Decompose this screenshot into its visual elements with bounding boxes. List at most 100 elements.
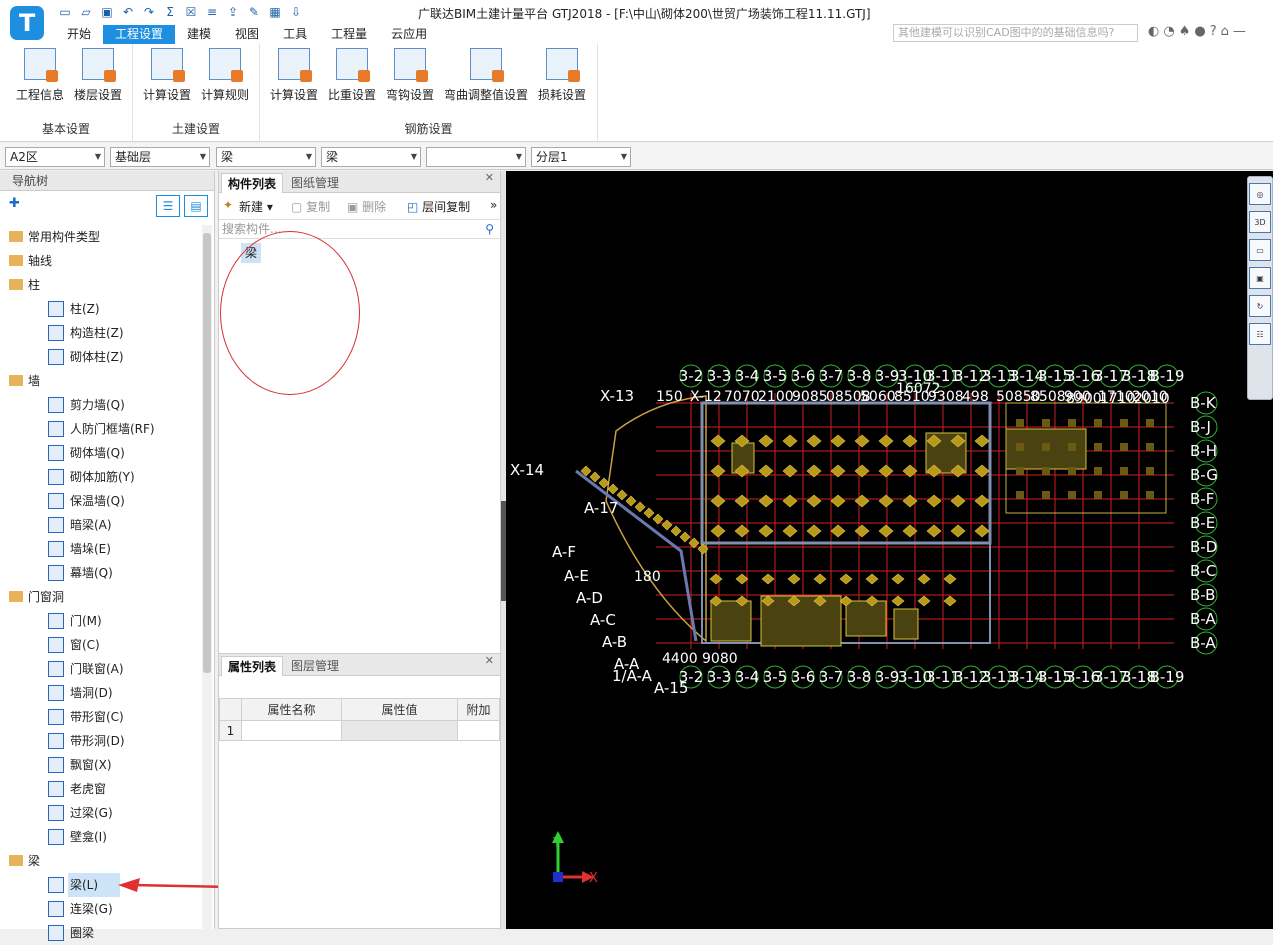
copy-button[interactable]: ▢ 复制	[291, 198, 330, 215]
export-icon[interactable]: ⇪	[224, 4, 242, 20]
ribbon-button[interactable]: 工程信息	[12, 48, 68, 103]
undo-icon[interactable]: ↶	[119, 4, 137, 20]
sum-icon[interactable]: Σ	[161, 4, 179, 20]
new-file-icon[interactable]: ▭	[56, 4, 74, 20]
ribbon-button[interactable]: 比重设置	[324, 48, 380, 103]
close-icon[interactable]: ✕	[485, 171, 494, 184]
message-icon[interactable]: ●	[1194, 24, 1205, 39]
menu-tab-1[interactable]: 工程设置	[103, 25, 176, 44]
open-folder-icon[interactable]: ▱	[77, 4, 95, 20]
tree-item[interactable]: 老虎窗	[0, 777, 200, 801]
tree-item[interactable]: 窗(C)	[0, 633, 200, 657]
save-icon[interactable]: ▣	[98, 4, 116, 20]
tree-item[interactable]: 柱(Z)	[0, 297, 200, 321]
grid-icon[interactable]: ▦	[266, 4, 284, 20]
user-avatar-icon[interactable]: ◐	[1148, 24, 1159, 39]
tree-item[interactable]: 砌体墙(Q)	[0, 441, 200, 465]
menu-tab-6[interactable]: 云应用	[379, 25, 439, 44]
tree-folder[interactable]: 梁	[0, 849, 200, 873]
tree-folder[interactable]: 柱	[0, 273, 200, 297]
tree-item[interactable]: 门联窗(A)	[0, 657, 200, 681]
filter-select-0[interactable]: A2区 ▼	[5, 147, 105, 167]
delete-button[interactable]: ▣ 删除	[347, 198, 386, 215]
tree-item[interactable]: 暗梁(A)	[0, 513, 200, 537]
tree-item[interactable]: 砌体柱(Z)	[0, 345, 200, 369]
tree-item[interactable]: 砌体加筋(Y)	[0, 465, 200, 489]
tab-component-list[interactable]: 构件列表	[221, 173, 284, 193]
redo-icon[interactable]: ↷	[140, 4, 158, 20]
tree-folder[interactable]: 常用构件类型	[0, 225, 200, 249]
ribbon-button[interactable]: 计算规则	[197, 48, 253, 103]
3d-view-icon[interactable]: 3D	[1249, 211, 1271, 233]
filter-select-2[interactable]: 梁 ▼	[216, 147, 316, 167]
tree-item[interactable]: 带形洞(D)	[0, 729, 200, 753]
ribbon-button[interactable]: 弯曲调整值设置	[440, 48, 532, 103]
help-search-input[interactable]: 其他建模可以识别CAD图中的的基础信息吗?	[893, 24, 1138, 42]
bell-icon[interactable]: ♠	[1179, 24, 1191, 39]
filter-select-5[interactable]: 分层1 ▼	[531, 147, 631, 167]
tree-item[interactable]: 连梁(G)	[0, 897, 200, 921]
edit-icon[interactable]: ✎	[245, 4, 263, 20]
property-extra-cell[interactable]	[457, 720, 500, 741]
tree-folder[interactable]: 墙	[0, 369, 200, 393]
help-icon[interactable]: ?	[1210, 24, 1217, 39]
tree-item[interactable]: 保温墙(Q)	[0, 489, 200, 513]
more-icon[interactable]: »	[490, 198, 497, 212]
ribbon-button[interactable]: 损耗设置	[534, 48, 590, 103]
tree-item[interactable]: 飘窗(X)	[0, 753, 200, 777]
tab-layer-management[interactable]: 图层管理	[285, 656, 345, 676]
account-icon[interactable]: ◔	[1163, 24, 1174, 39]
table-row[interactable]: 1	[219, 720, 500, 741]
layer-list-icon[interactable]: ☷	[1249, 323, 1271, 345]
nav-scrollbar[interactable]	[202, 225, 212, 929]
tree-item[interactable]: 墙洞(D)	[0, 681, 200, 705]
new-button[interactable]: 新建 ▾	[239, 198, 273, 215]
tree-item[interactable]: 圈梁	[0, 921, 200, 945]
list-view-icon[interactable]: ☰	[156, 195, 180, 217]
drawing-canvas[interactable]: 3-2 3-3 3-4 3-5 3-6 3-7 3-8 3-9 3-10 3-11 3-12 3-13…	[506, 171, 1273, 929]
floor-copy-button[interactable]: ◰ 层间复制	[407, 198, 470, 215]
tree-item[interactable]: 墙垛(E)	[0, 537, 200, 561]
close-icon[interactable]: ✕	[485, 654, 494, 667]
menu-tab-3[interactable]: 视图	[223, 25, 271, 44]
box-view-icon[interactable]: ▣	[1249, 267, 1271, 289]
menu-tab-0[interactable]: 开始	[55, 25, 103, 44]
tree-folder[interactable]: 轴线	[0, 249, 200, 273]
ribbon-button[interactable]: 计算设置	[139, 48, 195, 103]
tree-item[interactable]: 剪力墙(Q)	[0, 393, 200, 417]
eq-icon[interactable]: ≡	[203, 4, 221, 20]
filter-select-4[interactable]: ▼	[426, 147, 526, 167]
menu-tab-2[interactable]: 建模	[175, 25, 223, 44]
top-view-icon[interactable]: ▭	[1249, 239, 1271, 261]
tree-item[interactable]: 人防门框墙(RF)	[0, 417, 200, 441]
tree-folder[interactable]: 门窗洞	[0, 585, 200, 609]
search-icon[interactable]: ⚲	[485, 220, 494, 238]
ribbon-button[interactable]: 计算设置	[266, 48, 322, 103]
component-search-input[interactable]: 搜索构件... ⚲	[219, 219, 500, 239]
nav-scroll-thumb[interactable]	[203, 233, 211, 673]
tab-property-list[interactable]: 属性列表	[221, 656, 284, 676]
tree-item[interactable]: 带形窗(C)	[0, 705, 200, 729]
property-value-cell[interactable]	[341, 720, 458, 741]
shirt-icon[interactable]: ⌂	[1221, 24, 1229, 39]
tab-drawing-management[interactable]: 图纸管理	[285, 173, 345, 193]
add-sparkle-icon[interactable]: ✚	[9, 196, 20, 211]
tree-item[interactable]: 幕墙(Q)	[0, 561, 200, 585]
menu-tab-4[interactable]: 工具	[271, 25, 319, 44]
ribbon-button[interactable]: 楼层设置	[70, 48, 126, 103]
grid-view-icon[interactable]: ▤	[184, 195, 208, 217]
orbit-icon[interactable]: ◎	[1249, 183, 1271, 205]
cad-drawing[interactable]: 3-2 3-3 3-4 3-5 3-6 3-7 3-8 3-93-103-113-123-13…	[506, 171, 1273, 929]
rotate-icon[interactable]: ↻	[1249, 295, 1271, 317]
window-controls-icon[interactable]: —	[1233, 24, 1246, 39]
filter-select-1[interactable]: 基础层 ▼	[110, 147, 210, 167]
import-icon[interactable]: ⇩	[287, 4, 305, 20]
tree-item[interactable]: 构造柱(Z)	[0, 321, 200, 345]
tree-item[interactable]: 门(M)	[0, 609, 200, 633]
delete-icon[interactable]: ☒	[182, 4, 200, 20]
tree-item[interactable]: 过梁(G)	[0, 801, 200, 825]
menu-tab-5[interactable]: 工程量	[319, 25, 379, 44]
property-name-cell[interactable]	[241, 720, 342, 741]
tree-item[interactable]: 壁龛(I)	[0, 825, 200, 849]
filter-select-3[interactable]: 梁 ▼	[321, 147, 421, 167]
